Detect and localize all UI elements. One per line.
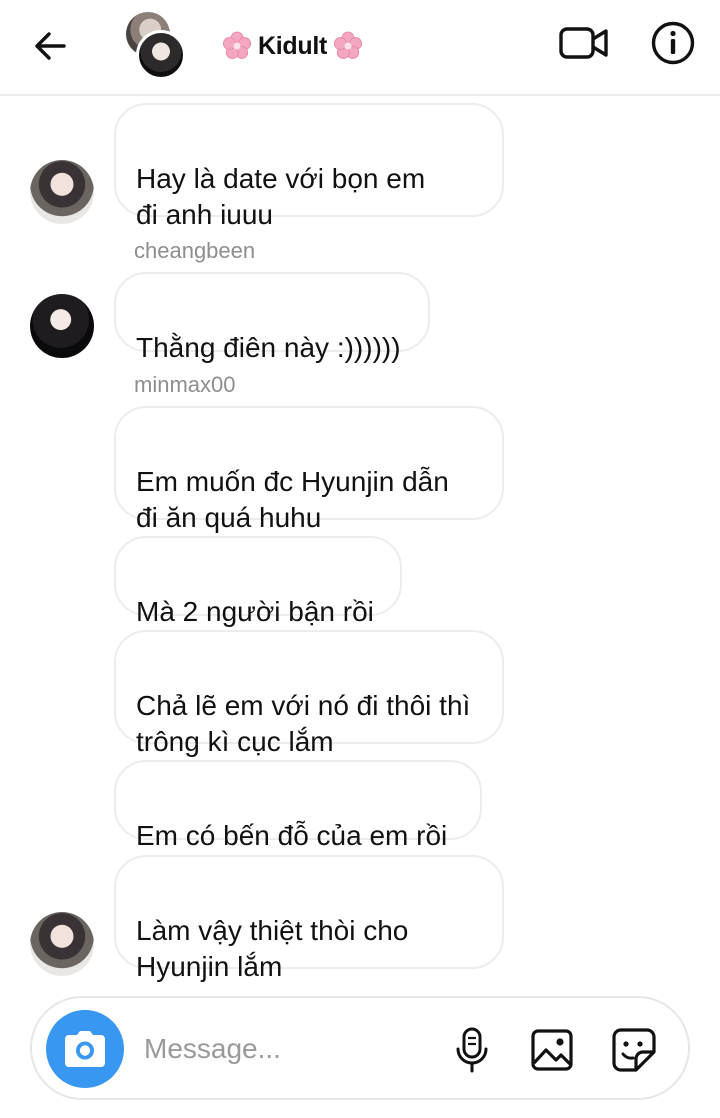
message-bubble[interactable]: Thằng điên này :)))))) (114, 272, 430, 363)
image-icon (531, 1029, 573, 1071)
sticker-icon (612, 1028, 656, 1072)
gallery-button[interactable] (528, 1026, 576, 1074)
message-text: Hay là date với bọn em đi anh iuuu (136, 163, 426, 230)
message-text: Em muốn đc Hyunjin dẫn đi ăn quá huhu (136, 466, 449, 533)
sticker-button[interactable] (610, 1026, 658, 1074)
cherry-blossom-icon (223, 31, 252, 59)
avatar[interactable] (30, 294, 94, 358)
chat-header: Kidult (0, 0, 720, 96)
message-bubble[interactable]: Chả lẽ em với nó đi thôi thì trông kì cụ… (114, 630, 504, 757)
sender-name: minmax00 (134, 372, 236, 397)
avatar[interactable] (30, 160, 94, 224)
info-icon[interactable] (650, 20, 696, 66)
message-text: Làm vậy thiệt thòi cho Hyunjin lắm (136, 915, 409, 982)
message-bubble[interactable]: Làm vậy thiệt thòi cho Hyunjin lắm (114, 855, 504, 982)
message-bubble[interactable]: Em có bến đỗ của em rồi (114, 760, 482, 851)
sender-name: cheangbeen (134, 238, 256, 263)
chat-title-text: Kidult (258, 31, 328, 60)
back-button[interactable] (28, 24, 72, 68)
message-text: Em có bến đỗ của em rồi (136, 820, 448, 851)
camera-button[interactable] (46, 1010, 124, 1088)
voice-message-button[interactable] (448, 1026, 496, 1074)
microphone-icon (456, 1027, 488, 1073)
message-input[interactable] (144, 1026, 434, 1072)
arrow-left-icon (35, 32, 66, 60)
cherry-blossom-icon (334, 31, 363, 59)
message-bubble[interactable]: Mà 2 người bận rồi (114, 536, 402, 627)
message-text: Thằng điên này :)))))) (136, 332, 401, 363)
video-camera-icon[interactable] (558, 22, 610, 64)
chat-title[interactable]: Kidult (222, 28, 363, 64)
message-text: Mà 2 người bận rồi (136, 596, 374, 627)
message-bubble[interactable]: Em muốn đc Hyunjin dẫn đi ăn quá huhu (114, 406, 504, 533)
message-composer (30, 996, 690, 1100)
message-bubble[interactable]: Hay là date với bọn em đi anh iuuu (114, 103, 504, 230)
group-avatar-member-2 (136, 30, 186, 80)
avatar[interactable] (30, 912, 94, 976)
group-avatar[interactable] (124, 10, 192, 80)
message-text: Chả lẽ em với nó đi thôi thì trông kì cụ… (136, 690, 471, 757)
camera-icon (65, 1031, 105, 1067)
